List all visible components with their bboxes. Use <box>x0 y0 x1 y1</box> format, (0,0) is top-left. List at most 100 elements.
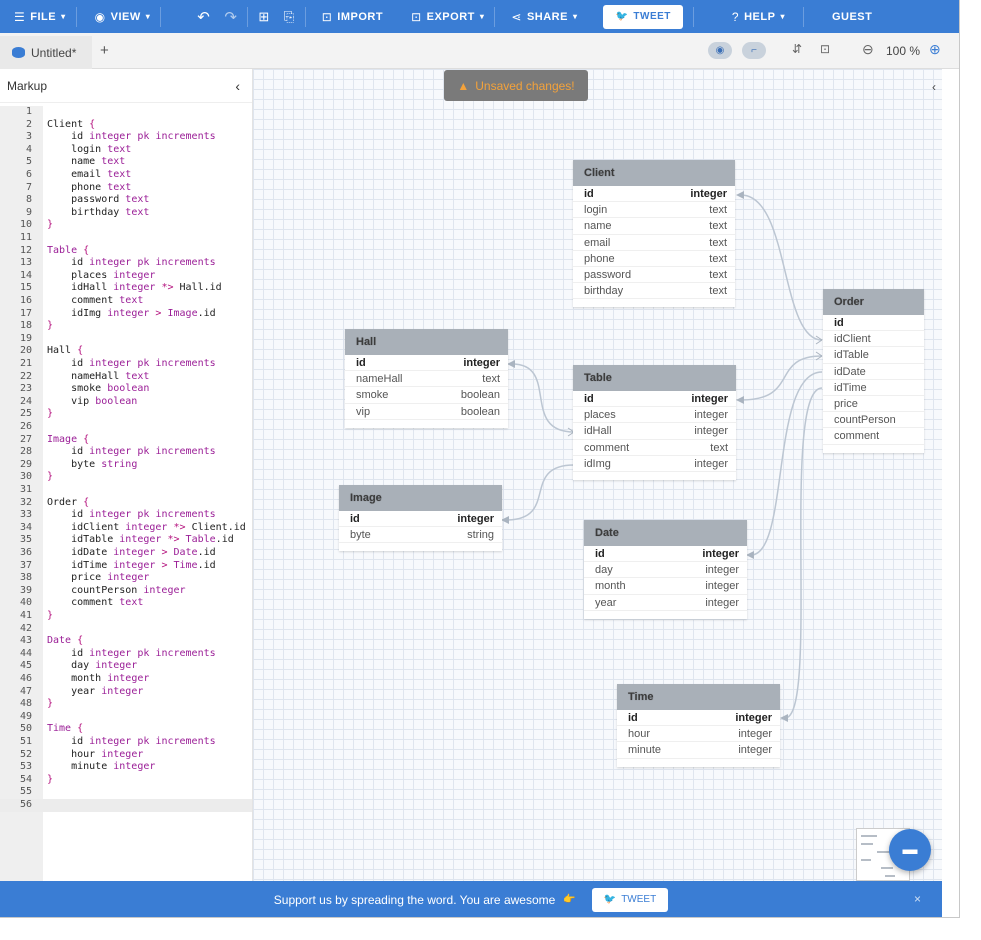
table-field-row: comment <box>823 428 924 445</box>
table-field-row: smoke boolean <box>345 387 508 404</box>
code-line: 15 idHall integer *> Hall.id <box>0 282 252 295</box>
line-number: 52 <box>19 748 32 760</box>
code-text: id integer pk increments <box>71 647 216 659</box>
code-line: 47 year integer <box>0 686 252 699</box>
unsaved-text: Unsaved changes! <box>475 78 575 93</box>
line-number: 50 <box>19 723 32 735</box>
field-name: id <box>834 317 844 329</box>
code-text: idTime integer > Time.id <box>71 559 216 571</box>
line-number: 8 <box>25 194 32 206</box>
redo-button[interactable]: ↷ <box>220 0 247 33</box>
twitter-bird-icon: 🐦 <box>615 11 629 22</box>
field-type: integer <box>702 548 739 560</box>
relation-style-icon[interactable]: ⌐ <box>742 42 766 59</box>
chat-button[interactable]: ▬ <box>889 829 931 871</box>
field-type: text <box>709 285 727 298</box>
field-type: integer <box>738 728 772 741</box>
fit-screen-icon[interactable]: ⊡ <box>820 42 830 56</box>
line-number: 53 <box>19 761 32 773</box>
tab-untitled[interactable]: Untitled* <box>0 36 92 69</box>
help-label: HELP <box>744 10 776 23</box>
table-field-row: id integer <box>345 355 508 372</box>
table-field-row: minute integer <box>617 742 780 759</box>
share-menu[interactable]: ⋖ SHARE ▾ <box>495 0 587 33</box>
table-field-row: nameHall text <box>345 371 508 388</box>
line-number: 33 <box>19 509 32 521</box>
table-field-row: comment text <box>573 440 736 456</box>
table-field-row: day integer <box>584 562 747 579</box>
add-table-button[interactable]: ⊞ <box>248 0 279 33</box>
line-number: 55 <box>19 786 32 798</box>
table-field-row: id integer <box>617 710 780 727</box>
table-field-row: phone text <box>573 251 735 267</box>
undo-button[interactable]: ↶ <box>161 0 220 33</box>
field-name: phone <box>584 252 615 265</box>
code-line: 31 <box>0 484 252 497</box>
table-time[interactable]: Time id integer hour integer minute integer <box>617 684 780 767</box>
field-type: boolean <box>460 405 500 418</box>
field-name: comment <box>834 430 880 443</box>
guest-menu[interactable]: GUEST <box>804 0 882 33</box>
code-line: 55 <box>0 786 252 799</box>
field-name: password <box>584 268 632 281</box>
code-text: id integer pk increments <box>71 131 216 143</box>
export-menu[interactable]: ⊡ EXPORT ▾ <box>393 0 494 33</box>
table-field-row: idHall integer <box>573 423 736 440</box>
code-editor[interactable]: 1 2 Client {3 id integer pk increments 4 lo… <box>0 106 252 881</box>
collapse-right-icon[interactable]: ‹ <box>932 80 936 94</box>
tab-label: Untitled* <box>31 45 77 60</box>
table-hall[interactable]: Hall id integer nameHall text smoke boolean vip… <box>345 329 508 428</box>
tweet-button[interactable]: 🐦 TWEET <box>603 4 683 29</box>
field-type: integer <box>691 393 728 405</box>
banner-tweet-button[interactable]: 🐦 TWEET <box>591 887 669 912</box>
table-order[interactable]: Order id idClient idTable idDate idTime price c… <box>823 289 924 453</box>
markup-header: Markup ‹ <box>0 69 252 103</box>
line-number: 22 <box>19 370 32 382</box>
table-footer <box>823 445 924 453</box>
add-note-button[interactable]: ⎘ <box>280 0 305 33</box>
view-menu[interactable]: ◉ VIEW ▾ <box>77 0 161 33</box>
collapse-left-icon[interactable]: ‹ <box>235 78 240 94</box>
code-line: 26 <box>0 421 252 434</box>
code-text: } <box>47 408 54 420</box>
import-button[interactable]: ⊡ IMPORT <box>306 0 393 33</box>
code-text: year integer <box>71 685 144 697</box>
code-line: 34 idClient integer *> Client.id <box>0 522 252 535</box>
table-header: Table <box>573 365 736 391</box>
eye-toggle-icon[interactable]: ◉ <box>708 42 732 59</box>
table-table[interactable]: Table id integer places integer idHall integer… <box>573 365 736 480</box>
code-line: 19 <box>0 333 252 346</box>
code-text: comment text <box>71 597 144 609</box>
share-label: SHARE <box>526 10 568 23</box>
table-date[interactable]: Date id integer day integer month integer year i… <box>584 520 747 619</box>
warning-icon: ▲ <box>457 78 470 93</box>
line-number: 17 <box>19 307 32 319</box>
help-menu[interactable]: ? HELP ▾ <box>694 0 795 33</box>
code-line: 42 <box>0 623 252 636</box>
code-line: 52 hour integer <box>0 749 252 762</box>
unsaved-badge: ▲ Unsaved changes! <box>444 70 588 101</box>
file-menu[interactable]: ☰ FILE ▾ <box>0 0 76 33</box>
table-header: Hall <box>345 329 508 355</box>
line-number: 35 <box>19 534 32 546</box>
field-name: vip <box>356 405 371 418</box>
table-client[interactable]: Client id integer login text name text email tex… <box>573 160 735 308</box>
add-tab-button[interactable]: + <box>100 42 109 59</box>
zoom-in-icon[interactable]: ⊕ <box>929 41 941 58</box>
code-line: 27 Image { <box>0 434 252 447</box>
table-field-row: year integer <box>584 595 747 611</box>
code-text: minute integer <box>71 761 156 773</box>
auto-layout-icon[interactable]: ⇵ <box>792 42 802 56</box>
field-type: boolean <box>460 389 500 402</box>
table-image[interactable]: Image id integer byte string <box>339 485 502 552</box>
close-icon[interactable]: × <box>914 892 921 906</box>
field-name: idTable <box>834 349 869 362</box>
field-type: text <box>709 204 727 217</box>
code-text: Date { <box>47 635 84 647</box>
field-name: countPerson <box>834 414 896 427</box>
zoom-out-icon[interactable]: ⊖ <box>862 41 874 58</box>
code-line: 17 idImg integer > Image.id <box>0 308 252 321</box>
code-line: 46 month integer <box>0 673 252 686</box>
field-type: integer <box>735 712 772 724</box>
code-line: 43 Date { <box>0 635 252 648</box>
